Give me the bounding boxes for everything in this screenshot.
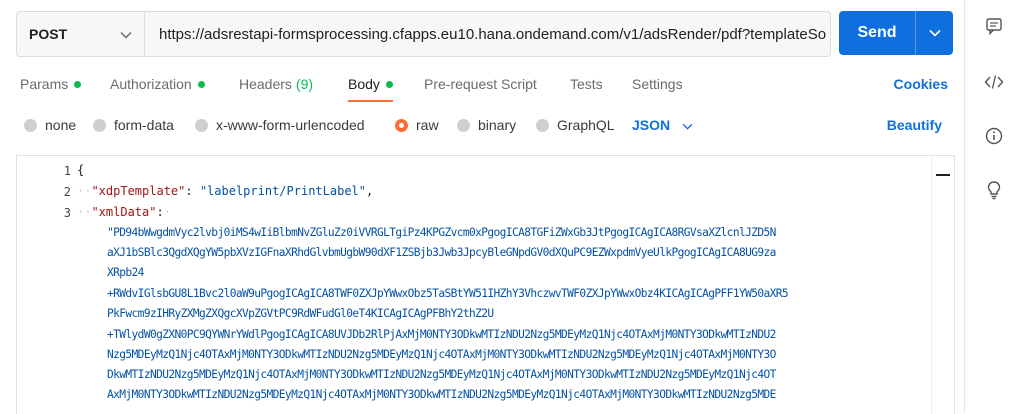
json-string-value: "labelprint/PrintLabel": [199, 184, 366, 198]
request-url-bar: POST https://adsrestapi-formsprocessing.…: [16, 11, 831, 57]
chevron-down-icon: [120, 26, 132, 42]
method-select[interactable]: POST: [17, 12, 145, 56]
radio-button[interactable]: [457, 118, 470, 132]
tab-authorization[interactable]: Authorization: [110, 68, 205, 100]
radio-button[interactable]: [195, 118, 208, 132]
indent-guide: ··: [77, 205, 92, 219]
radio-button-selected[interactable]: [395, 118, 408, 132]
body-option-urlencoded[interactable]: x-www-form-urlencoded: [195, 111, 365, 139]
body-option-raw[interactable]: raw: [395, 111, 439, 139]
tab-tests[interactable]: Tests: [570, 68, 603, 100]
lightbulb-icon[interactable]: [978, 174, 1010, 206]
code-line: ··"xmlData":·: [77, 205, 171, 219]
body-option-graphql[interactable]: GraphQL: [536, 111, 615, 139]
body-type-options: none form-data x-www-form-urlencoded raw…: [0, 111, 964, 139]
line-number: 2: [63, 185, 71, 199]
indent-guide: ··: [77, 184, 92, 198]
code-content[interactable]: { ··"xdpTemplate": "labelprint/PrintLabe…: [77, 156, 932, 414]
radio-button[interactable]: [536, 118, 549, 132]
wrapped-code-line: PkFwcm9zIHRyZXMgZXQgcXVpZGVtPC9RdWFudGl0…: [107, 307, 494, 320]
request-tabs: Params Authorization Headers (9) Body Pr…: [0, 68, 964, 102]
tab-headers-label: Headers: [239, 76, 292, 92]
json-key: "xdpTemplate": [91, 184, 186, 198]
send-button[interactable]: Send: [839, 11, 915, 55]
right-sidebar: [964, 0, 1024, 413]
chevron-down-icon: [928, 24, 941, 42]
body-option-label: form-data: [114, 117, 174, 133]
code-line: {: [77, 163, 84, 177]
scrollbar-marker: [936, 174, 950, 176]
tab-pre-request-script[interactable]: Pre-request Script: [424, 68, 537, 100]
tab-headers[interactable]: Headers (9): [239, 68, 313, 100]
line-number: 1: [63, 164, 71, 178]
code-icon[interactable]: [978, 66, 1010, 98]
body-option-label: GraphQL: [557, 117, 615, 133]
wrapped-code-line: AxMjM0NTY3ODkwMTIzNDU2Nzg5MDEyMzQ1Njc4OT…: [107, 388, 776, 401]
tab-params-label: Params: [20, 76, 69, 92]
wrapped-code-line: aXJ1bSBlc3QgdXQgYW5pbXVzIGFnaXRhdGlvbmUg…: [107, 246, 776, 259]
tab-settings-label: Settings: [632, 76, 683, 92]
status-dot: [385, 80, 393, 88]
tab-params[interactable]: Params: [20, 68, 82, 100]
body-option-label: binary: [478, 117, 517, 133]
tab-pre-request-script-label: Pre-request Script: [424, 76, 537, 92]
beautify-button[interactable]: Beautify: [887, 111, 942, 139]
tab-tests-label: Tests: [570, 76, 603, 92]
language-label: JSON: [632, 117, 671, 133]
body-option-none[interactable]: none: [24, 111, 76, 139]
editor-scrollbar[interactable]: [931, 156, 954, 414]
json-comma: ,: [366, 184, 374, 198]
wrapped-code-line: "PD94bWwgdmVyc2lvbj0iMS4wIiBlbmNvZGluZz0…: [107, 226, 776, 239]
wrapped-code-line: Nzg5MDEyMzQ1Njc4OTAxMjM0NTY3ODkwMTIzNDU2…: [107, 348, 776, 361]
language-select[interactable]: JSON: [632, 111, 693, 139]
body-option-label: none: [45, 117, 77, 133]
chevron-down-icon: [682, 117, 693, 133]
send-button-group: Send: [839, 11, 953, 55]
indent-guide: ·: [163, 205, 171, 219]
status-dot: [197, 80, 205, 88]
radio-button[interactable]: [24, 118, 37, 132]
tab-settings[interactable]: Settings: [632, 68, 683, 100]
wrapped-code-line: DkwMTIzNDU2Nzg5MDEyMzQ1Njc4OTAxMjM0NTY3O…: [107, 368, 776, 381]
headers-count-badge: (9): [295, 76, 314, 92]
wrapped-code-line: +RWdvIGlsbGU8L1Bvc2l0aW9uPgogICAgICA8TWF…: [107, 287, 789, 300]
wrapped-code-line: +TWlydW0gZXN0PC9QYWNrYWdlPgogICAgICA8UVJ…: [107, 328, 776, 341]
code-editor[interactable]: 1 2 3 { ··"xdpTemplate": "labelprint/Pri…: [16, 155, 955, 414]
method-label: POST: [29, 26, 68, 42]
body-option-binary[interactable]: binary: [457, 111, 516, 139]
body-option-label: x-www-form-urlencoded: [216, 117, 365, 133]
info-icon[interactable]: [978, 120, 1010, 152]
request-panel: POST https://adsrestapi-formsprocessing.…: [0, 0, 964, 414]
body-option-form-data[interactable]: form-data: [93, 111, 174, 139]
tab-authorization-label: Authorization: [110, 76, 192, 92]
send-options-button[interactable]: [916, 11, 953, 55]
wrapped-code-line: XRpb24: [107, 266, 144, 279]
line-number: 3: [63, 206, 71, 220]
tab-body-label: Body: [348, 76, 380, 92]
code-line: ··"xdpTemplate": "labelprint/PrintLabel"…: [77, 184, 373, 198]
line-number-gutter: 1 2 3: [17, 156, 77, 414]
json-key: "xmlData": [91, 205, 157, 219]
cookies-link[interactable]: Cookies: [894, 68, 948, 100]
body-option-label: raw: [416, 117, 439, 133]
json-separator: :: [185, 184, 200, 198]
radio-button[interactable]: [93, 118, 106, 132]
tab-body[interactable]: Body: [348, 68, 393, 102]
comment-icon[interactable]: [978, 10, 1010, 42]
status-dot: [74, 80, 82, 88]
url-input[interactable]: https://adsrestapi-formsprocessing.cfapp…: [145, 12, 830, 56]
code-token: {: [77, 163, 85, 177]
json-separator: :: [156, 205, 164, 219]
